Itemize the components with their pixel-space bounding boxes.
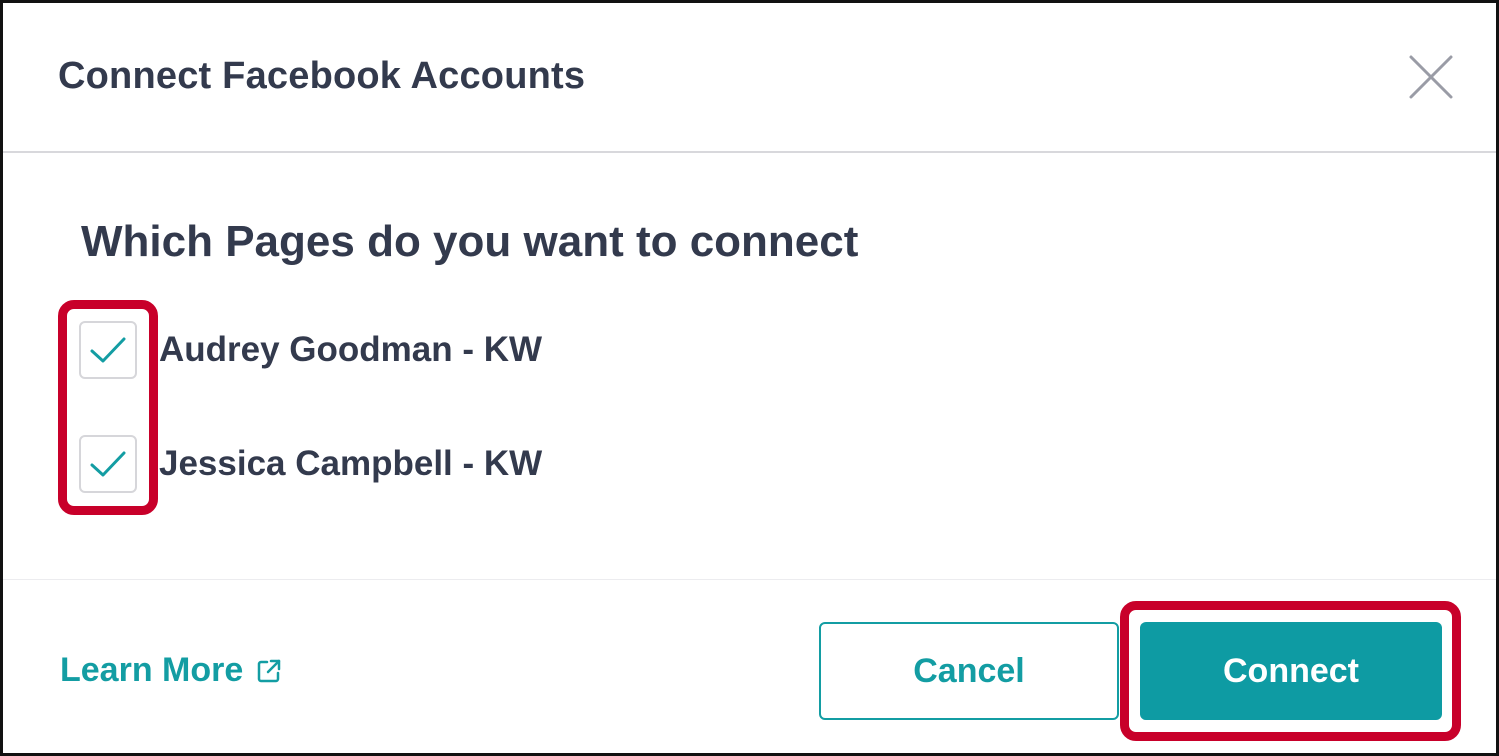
connect-button[interactable]: Connect bbox=[1140, 622, 1442, 720]
footer-divider bbox=[3, 579, 1496, 580]
dialog-title: Connect Facebook Accounts bbox=[58, 55, 586, 97]
checkmark-icon bbox=[90, 451, 126, 477]
page-option-jessica[interactable]: Jessica Campbell - KW bbox=[79, 434, 542, 494]
pages-question: Which Pages do you want to connect bbox=[81, 217, 859, 266]
page-checkbox-audrey[interactable] bbox=[79, 321, 137, 379]
cancel-button[interactable]: Cancel bbox=[819, 622, 1119, 720]
connect-facebook-dialog: Connect Facebook Accounts Which Pages do… bbox=[0, 0, 1499, 756]
page-option-audrey[interactable]: Audrey Goodman - KW bbox=[79, 320, 542, 380]
learn-more-link[interactable]: Learn More bbox=[60, 651, 283, 690]
page-checkbox-jessica[interactable] bbox=[79, 435, 137, 493]
close-button[interactable] bbox=[1403, 49, 1459, 105]
page-label-audrey: Audrey Goodman - KW bbox=[159, 330, 543, 369]
page-label-jessica: Jessica Campbell - KW bbox=[159, 444, 543, 483]
close-icon bbox=[1409, 55, 1453, 99]
external-link-icon bbox=[258, 659, 281, 682]
dialog-header: Connect Facebook Accounts bbox=[3, 3, 1496, 153]
learn-more-label: Learn More bbox=[60, 651, 244, 689]
checkmark-icon bbox=[90, 337, 126, 363]
